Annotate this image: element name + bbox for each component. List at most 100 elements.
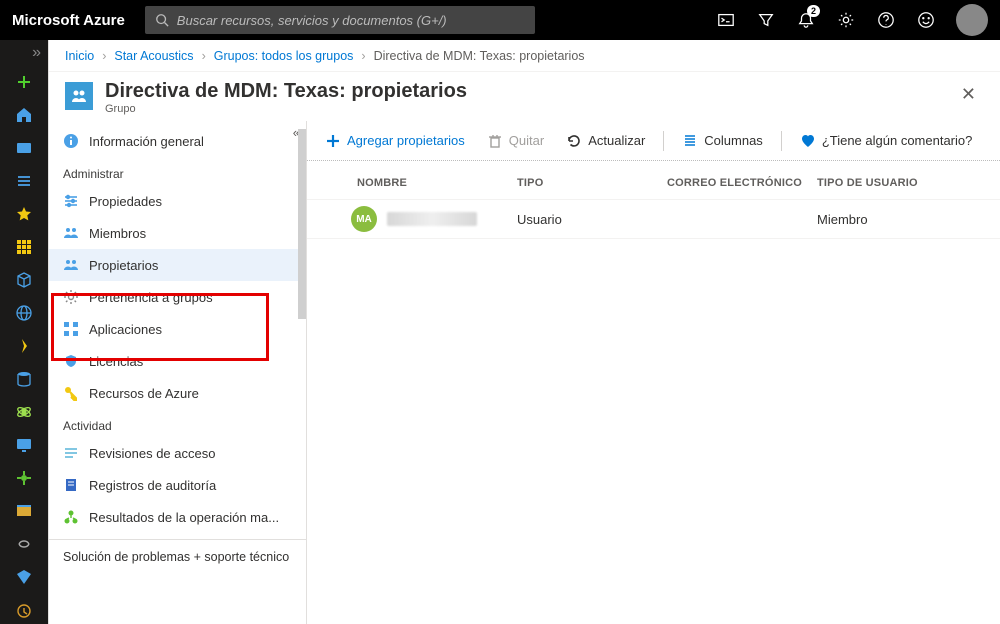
toolbar-label: Agregar propietarios bbox=[347, 133, 465, 148]
rail-cosmos-icon[interactable] bbox=[8, 399, 40, 426]
scrollbar-thumb[interactable] bbox=[298, 129, 306, 319]
notification-badge: 2 bbox=[807, 5, 820, 17]
toolbar-label: Columnas bbox=[704, 133, 763, 148]
breadcrumb-link[interactable]: Grupos: todos los grupos bbox=[214, 49, 354, 63]
sidebar-item-licenses[interactable]: Licencias bbox=[49, 345, 306, 377]
key-icon bbox=[63, 385, 79, 401]
rail-grid-icon[interactable] bbox=[8, 233, 40, 260]
sidebar-section-manage: Administrar bbox=[49, 157, 306, 185]
sidebar-item-azure-resources[interactable]: Recursos de Azure bbox=[49, 377, 306, 409]
left-rail: » bbox=[0, 40, 48, 624]
rail-function-icon[interactable] bbox=[8, 333, 40, 360]
info-icon bbox=[63, 133, 79, 149]
settings-button[interactable] bbox=[828, 0, 864, 40]
col-header-type[interactable]: TIPO bbox=[517, 177, 667, 189]
page-subtitle: Grupo bbox=[105, 103, 467, 115]
redacted-name bbox=[387, 212, 477, 226]
sidebar-item-bulk-results[interactable]: Resultados de la operación ma... bbox=[49, 501, 306, 533]
sidebar-item-label: Propietarios bbox=[89, 258, 158, 273]
license-icon bbox=[63, 353, 79, 369]
sidebar-item-label: Aplicaciones bbox=[89, 322, 162, 337]
rail-globe-icon[interactable] bbox=[8, 299, 40, 326]
sidebar-item-properties[interactable]: Propiedades bbox=[49, 185, 306, 217]
properties-icon bbox=[63, 193, 79, 209]
plus-icon bbox=[325, 133, 341, 149]
cell-type: Usuario bbox=[517, 212, 667, 227]
col-header-name[interactable]: NOMBRE bbox=[357, 177, 517, 189]
filter-icon[interactable] bbox=[748, 0, 784, 40]
help-button[interactable] bbox=[868, 0, 904, 40]
rail-cube-icon[interactable] bbox=[8, 266, 40, 293]
brand-logo[interactable]: Microsoft Azure bbox=[12, 12, 125, 29]
breadcrumb-current: Directiva de MDM: Texas: propietarios bbox=[374, 49, 585, 63]
toolbar-separator bbox=[663, 131, 664, 151]
sidebar-item-label: Resultados de la operación ma... bbox=[89, 510, 279, 525]
cell-name bbox=[387, 212, 517, 226]
rail-storage-icon[interactable] bbox=[8, 498, 40, 525]
table-row[interactable]: MA Usuario Miembro bbox=[307, 199, 1000, 239]
sidebar-item-members[interactable]: Miembros bbox=[49, 217, 306, 249]
rail-dashboard-icon[interactable] bbox=[8, 134, 40, 161]
search-input[interactable]: Buscar recursos, servicios y documentos … bbox=[145, 6, 535, 34]
toolbar-separator bbox=[781, 131, 782, 151]
rail-loadbalancer-icon[interactable] bbox=[8, 465, 40, 492]
rail-advisor-icon[interactable] bbox=[8, 597, 40, 624]
feedback-smiley-button[interactable] bbox=[908, 0, 944, 40]
rail-aad-icon[interactable] bbox=[8, 564, 40, 591]
rail-all-services-icon[interactable] bbox=[8, 167, 40, 194]
breadcrumb-link[interactable]: Inicio bbox=[65, 49, 94, 63]
rail-monitor-icon[interactable] bbox=[8, 432, 40, 459]
owners-icon bbox=[63, 257, 79, 273]
rail-home-icon[interactable] bbox=[8, 101, 40, 128]
breadcrumb-link[interactable]: Star Acoustics bbox=[114, 49, 193, 63]
apps-icon bbox=[63, 321, 79, 337]
search-icon bbox=[155, 13, 169, 27]
toolbar: Agregar propietarios Quitar Actualizar C… bbox=[307, 121, 1000, 161]
refresh-button[interactable]: Actualizar bbox=[558, 129, 653, 153]
sidebar-item-owners[interactable]: Propietarios bbox=[49, 249, 306, 281]
rail-collapse-icon[interactable]: » bbox=[32, 44, 42, 60]
rail-add-icon[interactable] bbox=[8, 68, 40, 95]
rail-sql-icon[interactable] bbox=[8, 366, 40, 393]
page-title: Directiva de MDM: Texas: propietarios bbox=[105, 80, 467, 103]
sidebar-item-audit-logs[interactable]: Registros de auditoría bbox=[49, 469, 306, 501]
gear-icon bbox=[63, 289, 79, 305]
sidebar-item-access-reviews[interactable]: Revisiones de acceso bbox=[49, 437, 306, 469]
rail-favorites-icon[interactable] bbox=[8, 200, 40, 227]
members-icon bbox=[63, 225, 79, 241]
remove-button: Quitar bbox=[479, 129, 552, 153]
sidebar-item-label: Pertenencia a grupos bbox=[89, 290, 213, 305]
cell-usertype: Miembro bbox=[817, 212, 957, 227]
sidebar-item-applications[interactable]: Aplicaciones bbox=[49, 313, 306, 345]
sidebar-section-activity: Actividad bbox=[49, 409, 306, 437]
notifications-button[interactable]: 2 bbox=[788, 0, 824, 40]
col-header-usertype[interactable]: TIPO DE USUARIO bbox=[817, 177, 957, 189]
heart-icon bbox=[800, 133, 816, 149]
sidebar-item-label: Revisiones de acceso bbox=[89, 446, 215, 461]
refresh-icon bbox=[566, 133, 582, 149]
rail-network-icon[interactable] bbox=[8, 531, 40, 558]
log-icon bbox=[63, 477, 79, 493]
sidebar-item-group-memberships[interactable]: Pertenencia a grupos bbox=[49, 281, 306, 313]
toolbar-label: Actualizar bbox=[588, 133, 645, 148]
cloud-shell-button[interactable] bbox=[708, 0, 744, 40]
sidebar-item-label: Licencias bbox=[89, 354, 143, 369]
sidebar-item-label: Miembros bbox=[89, 226, 146, 241]
add-owners-button[interactable]: Agregar propietarios bbox=[317, 129, 473, 153]
col-header-email[interactable]: CORREO ELECTRÓNICO bbox=[667, 177, 817, 189]
trash-icon bbox=[487, 133, 503, 149]
table-header: NOMBRE TIPO CORREO ELECTRÓNICO TIPO DE U… bbox=[307, 161, 1000, 199]
account-avatar[interactable] bbox=[956, 4, 988, 36]
sidebar-item-troubleshoot[interactable]: Solución de problemas + soporte técnico bbox=[49, 539, 306, 574]
feedback-button[interactable]: ¿Tiene algún comentario? bbox=[792, 129, 981, 153]
sidebar-item-overview[interactable]: Información general bbox=[49, 125, 306, 157]
breadcrumb: Inicio› Star Acoustics› Grupos: todos lo… bbox=[49, 40, 1000, 72]
bulk-icon bbox=[63, 509, 79, 525]
review-icon bbox=[63, 445, 79, 461]
search-placeholder: Buscar recursos, servicios y documentos … bbox=[177, 13, 447, 28]
toolbar-label: Quitar bbox=[509, 133, 544, 148]
user-avatar: MA bbox=[351, 206, 377, 232]
close-button[interactable]: ✕ bbox=[957, 80, 980, 109]
columns-button[interactable]: Columnas bbox=[674, 129, 771, 153]
sidebar-item-label: Propiedades bbox=[89, 194, 162, 209]
